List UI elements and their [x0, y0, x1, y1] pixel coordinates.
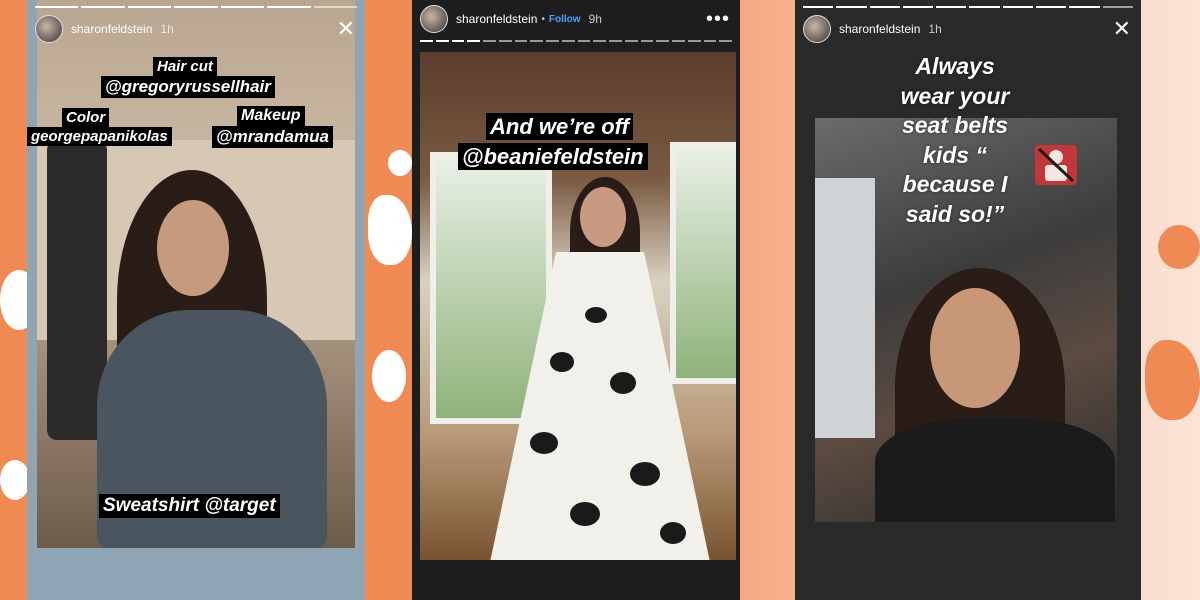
separator-dot: •: [541, 13, 545, 25]
paint-splat: [388, 150, 412, 176]
tag-sweatshirt[interactable]: Sweatshirt @target: [99, 494, 280, 518]
post-time: 1h: [160, 22, 174, 36]
paint-splat: [368, 195, 412, 265]
shirt: [875, 418, 1115, 522]
paint-splat: [1158, 225, 1200, 269]
tag-makeup-label: Makeup: [237, 106, 305, 127]
avatar[interactable]: [35, 15, 63, 43]
follow-button[interactable]: Follow: [549, 14, 581, 25]
story-progress-bar: [803, 6, 1133, 8]
close-icon[interactable]: ✕: [1113, 18, 1131, 40]
avatar[interactable]: [803, 15, 831, 43]
seatbelt-sticker-icon: [1035, 145, 1077, 185]
face: [580, 187, 626, 247]
post-time: 1h: [928, 22, 942, 36]
face: [157, 200, 229, 296]
caption-line: because I: [902, 171, 1008, 197]
caption-line: said so!”: [905, 200, 1005, 227]
story-header: sharonfeldstein 1h ✕: [35, 12, 355, 46]
window: [670, 142, 736, 384]
tag-caption-line1: And we’re off: [486, 113, 633, 141]
post-time: 9h: [588, 12, 602, 26]
caption-line: kids “: [923, 141, 987, 168]
story-header: sharonfeldstein • Follow 9h •••: [420, 2, 730, 36]
face: [930, 288, 1020, 408]
tag-beanie-handle[interactable]: @beaniefeldstein: [458, 143, 648, 171]
story-progress-bar: [420, 40, 732, 42]
story-card-3[interactable]: sharonfeldstein 1h ✕ Always wear your se…: [795, 0, 1141, 600]
close-icon[interactable]: ✕: [337, 18, 355, 40]
username[interactable]: sharonfeldstein: [71, 22, 152, 36]
paint-splat: [372, 350, 406, 402]
username[interactable]: sharonfeldstein: [456, 12, 537, 26]
tag-color-label: Color: [62, 108, 110, 128]
caption-line: Always: [915, 53, 995, 79]
story-progress-bar: [35, 6, 357, 8]
paint-splat: [0, 460, 30, 500]
story-card-2[interactable]: sharonfeldstein • Follow 9h ••• And we’r…: [412, 0, 740, 600]
tag-makeup-handle[interactable]: @mrandamua: [212, 126, 333, 148]
caption-line: wear your: [900, 82, 1010, 109]
tag-haircut-handle[interactable]: @gregoryrussellhair: [101, 76, 275, 98]
tag-haircut-label: Hair cut: [153, 57, 217, 77]
story-caption: Always wear your seat belts kids “ becau…: [855, 52, 1055, 229]
more-options-icon[interactable]: •••: [706, 9, 730, 29]
avatar[interactable]: [420, 5, 448, 33]
username[interactable]: sharonfeldstein: [839, 22, 920, 36]
story-card-1[interactable]: sharonfeldstein 1h ✕ Hair cut @gregoryru…: [27, 0, 365, 600]
caption-line: seat belts: [901, 112, 1009, 138]
tag-color-handle[interactable]: georgepapanikolas: [27, 127, 172, 147]
story-header: sharonfeldstein 1h ✕: [803, 12, 1131, 46]
